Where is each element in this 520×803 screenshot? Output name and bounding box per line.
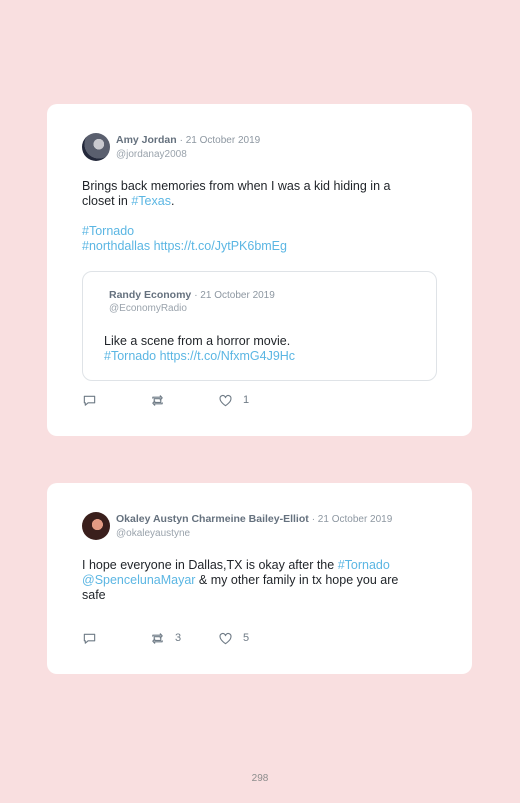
text-line: closet in #Texas. bbox=[82, 194, 442, 209]
tweet-card: Okaley Austyn Charmeine Bailey-Elliot · … bbox=[47, 483, 472, 674]
tweet-date: · 21 October 2019 bbox=[311, 514, 393, 525]
text-line: #Tornado https://t.co/NfxmG4J9Hc bbox=[104, 349, 295, 364]
like-count: 1 bbox=[243, 394, 250, 406]
tweet-text: I hope everyone in Dallas,TX is okay aft… bbox=[82, 558, 442, 603]
page-number: 298 bbox=[251, 773, 269, 784]
text-line: safe bbox=[82, 588, 442, 603]
quoted-tweet-header: Randy Economy · 21 October 2019 @Economy… bbox=[109, 289, 275, 315]
like-button[interactable]: 5 bbox=[218, 630, 249, 646]
text-link[interactable]: #Tornado https://t.co/NfxmG4J9Hc bbox=[104, 349, 295, 363]
tweet-actions: 3 5 bbox=[82, 630, 282, 646]
text-segment: . bbox=[170, 194, 175, 208]
text-link[interactable]: #Tornado bbox=[338, 558, 390, 572]
text-line: Like a scene from a horror movie. bbox=[104, 334, 295, 349]
text-link[interactable]: @SpencelunaMayar bbox=[82, 573, 195, 587]
quoted-author-handle[interactable]: @EconomyRadio bbox=[109, 302, 275, 315]
heart-icon bbox=[219, 394, 232, 406]
text-line: #Tornado bbox=[82, 224, 442, 239]
author-handle[interactable]: @okaleyaustyne bbox=[116, 527, 392, 541]
retweet-button[interactable] bbox=[150, 392, 175, 408]
avatar[interactable] bbox=[82, 133, 110, 161]
quoted-tweet-date: · 21 October 2019 bbox=[194, 290, 275, 301]
text-link[interactable]: #Texas bbox=[131, 194, 171, 208]
like-count: 5 bbox=[243, 632, 250, 644]
text-link[interactable]: #Tornado bbox=[82, 224, 134, 238]
retweet-icon bbox=[152, 632, 163, 644]
author-name[interactable]: Amy Jordan bbox=[116, 134, 177, 146]
text-line: #northdallas https://t.co/JytPK6bmEg bbox=[82, 239, 442, 254]
text-segment bbox=[82, 209, 85, 223]
like-button[interactable]: 1 bbox=[218, 392, 249, 408]
tweet-card: Amy Jordan · 21 October 2019 @jordanay20… bbox=[47, 104, 472, 436]
heart-icon bbox=[219, 632, 232, 644]
quoted-tweet[interactable]: Randy Economy · 21 October 2019 @Economy… bbox=[82, 271, 437, 381]
tweet-header: Okaley Austyn Charmeine Bailey-Elliot · … bbox=[116, 512, 392, 541]
reply-button[interactable] bbox=[82, 392, 107, 408]
author-name[interactable]: Okaley Austyn Charmeine Bailey-Elliot bbox=[116, 513, 309, 525]
text-segment: safe bbox=[82, 588, 106, 602]
speech-bubble-icon bbox=[83, 395, 96, 406]
author-handle[interactable]: @jordanay2008 bbox=[116, 148, 260, 162]
quoted-author-name[interactable]: Randy Economy bbox=[109, 289, 191, 301]
text-segment: Brings back memories from when I was a k… bbox=[82, 179, 391, 193]
text-line bbox=[82, 209, 442, 224]
text-segment: closet in bbox=[82, 194, 132, 208]
tweet-actions: 1 bbox=[82, 392, 282, 408]
text-line: Brings back memories from when I was a k… bbox=[82, 179, 442, 194]
text-link[interactable]: #northdallas https://t.co/JytPK6bmEg bbox=[82, 239, 287, 253]
reply-button[interactable] bbox=[82, 630, 107, 646]
retweet-icon bbox=[152, 394, 163, 406]
tweet-header: Amy Jordan · 21 October 2019 @jordanay20… bbox=[116, 133, 260, 162]
text-segment: & my other family in tx hope you are bbox=[195, 573, 399, 587]
text-line: I hope everyone in Dallas,TX is okay aft… bbox=[82, 558, 442, 573]
speech-bubble-icon bbox=[83, 633, 96, 644]
tweet-date: · 21 October 2019 bbox=[179, 135, 261, 146]
text-line: @SpencelunaMayar & my other family in tx… bbox=[82, 573, 442, 588]
tweet-text: Brings back memories from when I was a k… bbox=[82, 179, 442, 254]
quoted-tweet-text: Like a scene from a horror movie. #Tornad… bbox=[104, 334, 295, 364]
retweet-count: 3 bbox=[175, 632, 182, 644]
retweet-button[interactable]: 3 bbox=[150, 630, 181, 646]
text-segment: Like a scene from a horror movie. bbox=[104, 334, 291, 348]
text-segment: I hope everyone in Dallas,TX is okay aft… bbox=[82, 558, 338, 572]
avatar[interactable] bbox=[82, 512, 110, 540]
